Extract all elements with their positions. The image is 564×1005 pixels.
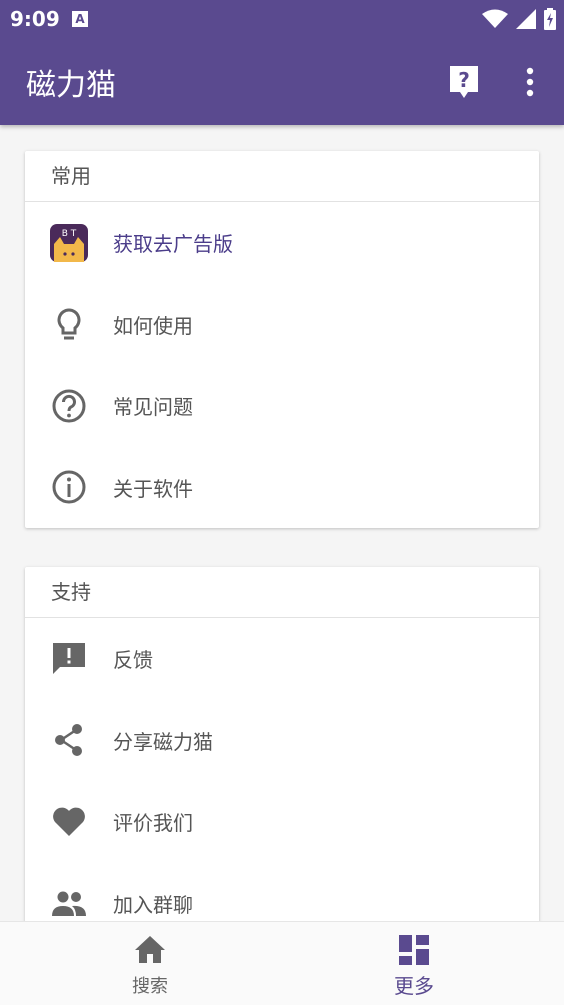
svg-text:?: ? xyxy=(458,68,470,92)
tab-more[interactable]: 更多 xyxy=(273,922,555,1005)
status-icons xyxy=(482,8,556,30)
status-bar: 9:09 A xyxy=(0,0,564,38)
share-icon xyxy=(50,721,88,759)
bottom-navigation: 搜索 更多 xyxy=(0,921,564,1005)
list-item-faq[interactable]: 常见问题 xyxy=(25,365,539,447)
more-options-button[interactable] xyxy=(518,64,542,100)
heart-icon xyxy=(50,803,88,841)
help-circle-icon xyxy=(50,387,88,425)
app-logo-cat-icon: B T xyxy=(50,223,88,262)
list-item-label: 加入群聊 xyxy=(113,892,193,917)
list-item-label: 分享磁力猫 xyxy=(113,729,213,754)
list-item-label: 反馈 xyxy=(113,648,153,673)
tab-label: 搜索 xyxy=(132,976,168,997)
page-title: 磁力猫 xyxy=(26,68,116,103)
list-item-share[interactable]: 分享磁力猫 xyxy=(25,700,539,782)
home-icon xyxy=(135,936,165,963)
list-item-label: 如何使用 xyxy=(113,313,193,338)
section-support: 支持 反馈 分享磁力猫 评价我们 加入群聊 xyxy=(25,567,539,927)
section-header: 常用 xyxy=(25,151,539,202)
help-button[interactable]: ? xyxy=(446,64,482,100)
list-item-label: 评价我们 xyxy=(113,811,193,836)
battery-icon xyxy=(544,8,556,30)
group-icon xyxy=(50,884,88,922)
logo-bt-text: B T xyxy=(62,229,77,239)
list-item-label: 关于软件 xyxy=(113,476,193,501)
app-bar: 9:09 A 磁力猫 ? xyxy=(0,0,564,125)
dashboard-icon xyxy=(399,935,429,965)
help-chat-icon: ? xyxy=(450,66,478,98)
list-item-feedback[interactable]: 反馈 xyxy=(25,618,539,700)
tab-search[interactable]: 搜索 xyxy=(9,922,291,1005)
list-item-rate-us[interactable]: 评价我们 xyxy=(25,781,539,863)
list-item-about[interactable]: 关于软件 xyxy=(25,447,539,529)
wifi-icon xyxy=(482,9,508,28)
section-header: 支持 xyxy=(25,567,539,618)
more-vert-icon xyxy=(526,67,534,97)
list-item-get-ad-free[interactable]: B T 获取去广告版 xyxy=(25,202,539,284)
section-common: 常用 B T 获取去广告版 如何使用 常见问题 关于软件 xyxy=(25,151,539,528)
feedback-icon xyxy=(50,640,88,678)
tab-label: 更多 xyxy=(394,974,434,998)
status-time: 9:09 xyxy=(10,7,60,31)
info-icon xyxy=(50,468,88,506)
list-item-label: 获取去广告版 xyxy=(113,232,233,257)
lightbulb-icon xyxy=(50,305,88,343)
list-item-how-to-use[interactable]: 如何使用 xyxy=(25,284,539,366)
notification-a-icon: A xyxy=(72,11,88,27)
list-item-label: 常见问题 xyxy=(113,395,193,420)
signal-icon xyxy=(516,9,536,29)
